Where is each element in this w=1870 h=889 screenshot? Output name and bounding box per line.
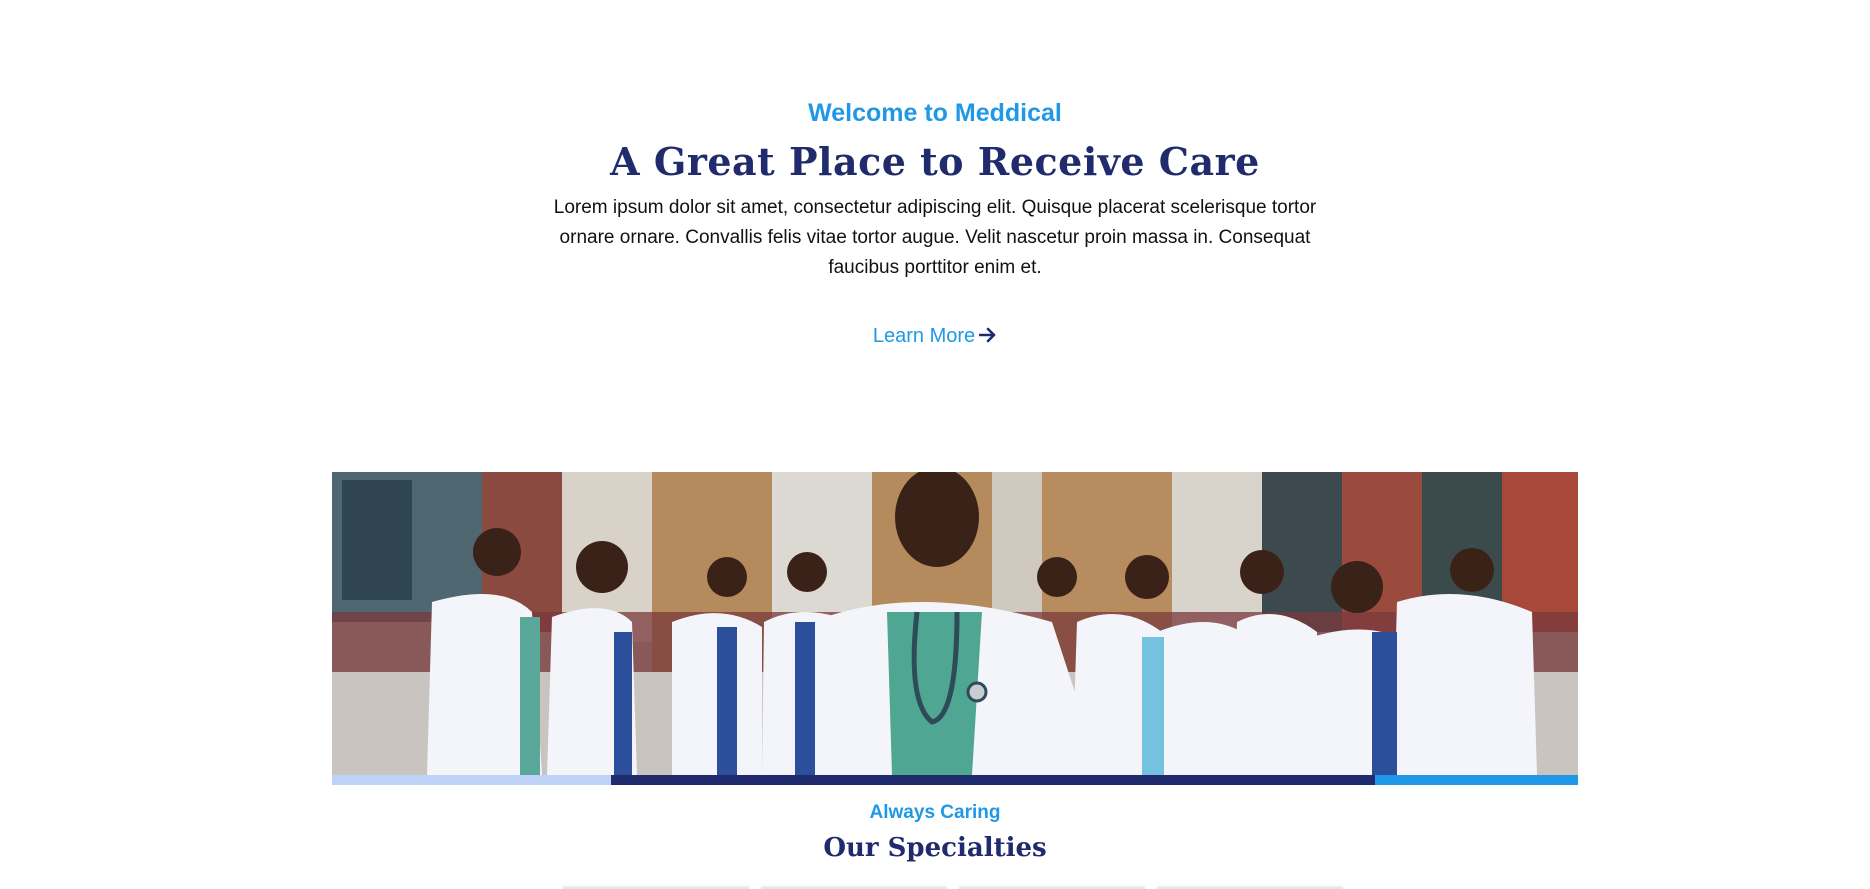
accent-bar-blue [1375,775,1578,785]
intro-body: Lorem ipsum dolor sit amet, consectetur … [553,197,1317,278]
specialties-eyebrow: Always Caring [869,802,1001,823]
intro-headline: A Great Place to Receive Care [610,139,1260,184]
hero-image [332,472,1578,775]
specialties-title: Our Specialties [823,833,1047,863]
learn-more-label: Learn More [872,325,976,347]
learn-more-link[interactable]: Learn More [873,325,975,347]
accent-bar-navy [611,775,1375,785]
accent-bar-light [332,775,611,785]
learn-more-row: Learn More [0,321,1870,352]
arrow-right-icon [978,322,997,352]
doctors-group-photo [332,472,1578,775]
intro-eyebrow: Welcome to Meddical [808,99,1062,127]
